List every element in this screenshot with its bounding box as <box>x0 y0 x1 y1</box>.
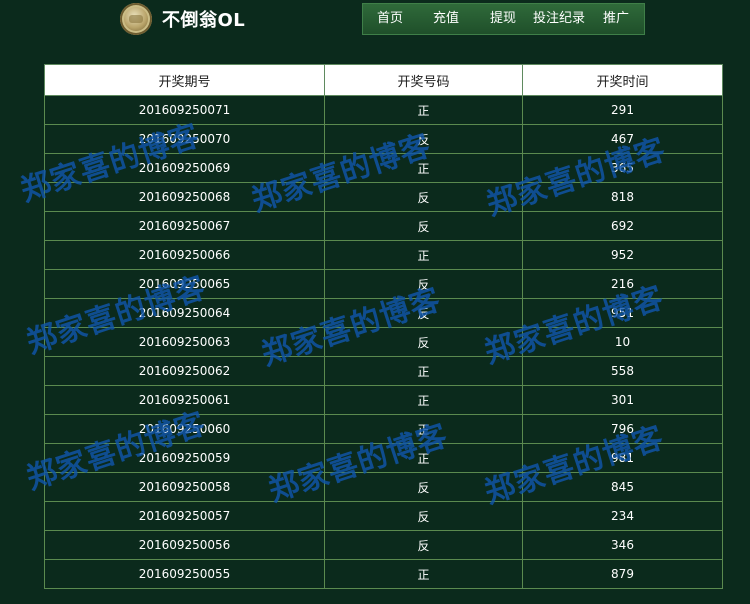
cell-period: 201609250060 <box>44 414 325 444</box>
cell-time: 951 <box>522 298 723 328</box>
table-row: 201609250063 反 10 <box>44 327 723 357</box>
cell-period: 201609250057 <box>44 501 325 531</box>
header-result: 开奖号码 <box>324 64 523 96</box>
cell-time: 818 <box>522 182 723 212</box>
table-row: 201609250055 正 879 <box>44 559 723 589</box>
cell-result: 反 <box>324 501 523 531</box>
table-row: 201609250067 反 692 <box>44 211 723 241</box>
cell-result: 正 <box>324 559 523 589</box>
cell-time: 10 <box>522 327 723 357</box>
cell-period: 201609250061 <box>44 385 325 415</box>
cell-period: 201609250056 <box>44 530 325 560</box>
cell-time: 796 <box>522 414 723 444</box>
main-nav: 首页 充值 提现 投注纪录 推广 <box>362 3 645 35</box>
cell-period: 201609250071 <box>44 95 325 125</box>
table-row: 201609250062 正 558 <box>44 356 723 386</box>
table-row: 201609250058 反 845 <box>44 472 723 502</box>
table-row: 201609250070 反 467 <box>44 124 723 154</box>
cell-result: 反 <box>324 472 523 502</box>
cell-period: 201609250063 <box>44 327 325 357</box>
table-header-row: 开奖期号 开奖号码 开奖时间 <box>44 64 723 96</box>
table-row: 201609250071 正 291 <box>44 95 723 125</box>
cell-time: 558 <box>522 356 723 386</box>
table-row: 201609250060 正 796 <box>44 414 723 444</box>
site-title: 不倒翁OL <box>162 10 246 31</box>
results-table-container: 开奖期号 开奖号码 开奖时间 201609250071 正 291 201609250… <box>44 64 723 604</box>
site-logo[interactable]: 不倒翁OL <box>120 3 245 35</box>
cell-time: 467 <box>522 124 723 154</box>
cell-time: 346 <box>522 530 723 560</box>
cell-period: 201609250065 <box>44 269 325 299</box>
cell-result: 反 <box>324 530 523 560</box>
cell-period: 201609250070 <box>44 124 325 154</box>
table-row: 201609250066 正 952 <box>44 240 723 270</box>
cell-time: 291 <box>522 95 723 125</box>
table-row: 201609250059 正 981 <box>44 443 723 473</box>
cell-time: 981 <box>522 443 723 473</box>
cell-result: 正 <box>324 95 523 125</box>
table-row: 201609250065 反 216 <box>44 269 723 299</box>
cell-period: 201609250069 <box>44 153 325 183</box>
cell-result: 正 <box>324 385 523 415</box>
cell-time: 234 <box>522 501 723 531</box>
cell-result: 反 <box>324 182 523 212</box>
cell-time: 301 <box>522 385 723 415</box>
cell-period: 201609250066 <box>44 240 325 270</box>
cell-time: 365 <box>522 153 723 183</box>
header: 不倒翁OL 首页 充值 提现 投注纪录 推广 <box>0 0 750 40</box>
cell-period: 201609250064 <box>44 298 325 328</box>
cell-period: 201609250068 <box>44 182 325 212</box>
cell-result: 反 <box>324 298 523 328</box>
cell-time: 216 <box>522 269 723 299</box>
cell-time: 879 <box>522 559 723 589</box>
cell-period: 201609250059 <box>44 443 325 473</box>
table-row: 201609250068 反 818 <box>44 182 723 212</box>
cell-time: 845 <box>522 472 723 502</box>
header-time: 开奖时间 <box>522 64 723 96</box>
table-row: 201609250057 反 234 <box>44 501 723 531</box>
nav-home[interactable]: 首页 <box>377 4 403 34</box>
coin-logo-icon <box>120 3 152 35</box>
nav-promote[interactable]: 推广 <box>603 4 629 34</box>
cell-time: 952 <box>522 240 723 270</box>
cell-result: 正 <box>324 443 523 473</box>
cell-period: 201609250058 <box>44 472 325 502</box>
cell-result: 正 <box>324 414 523 444</box>
table-row: 201609250064 反 951 <box>44 298 723 328</box>
cell-period: 201609250067 <box>44 211 325 241</box>
nav-bet-records[interactable]: 投注纪录 <box>533 4 585 34</box>
table-row: 201609250069 正 365 <box>44 153 723 183</box>
cell-result: 正 <box>324 240 523 270</box>
cell-result: 反 <box>324 327 523 357</box>
cell-result: 反 <box>324 211 523 241</box>
table-row: 201609250056 反 346 <box>44 530 723 560</box>
cell-time: 692 <box>522 211 723 241</box>
results-table: 开奖期号 开奖号码 开奖时间 201609250071 正 291 201609250… <box>44 64 723 589</box>
cell-period: 201609250062 <box>44 356 325 386</box>
cell-result: 正 <box>324 153 523 183</box>
cell-result: 反 <box>324 269 523 299</box>
table-row: 201609250061 正 301 <box>44 385 723 415</box>
cell-result: 正 <box>324 356 523 386</box>
cell-period: 201609250055 <box>44 559 325 589</box>
cell-result: 反 <box>324 124 523 154</box>
header-period: 开奖期号 <box>44 64 325 96</box>
nav-recharge[interactable]: 充值 <box>433 4 459 34</box>
nav-withdraw[interactable]: 提现 <box>490 4 516 34</box>
